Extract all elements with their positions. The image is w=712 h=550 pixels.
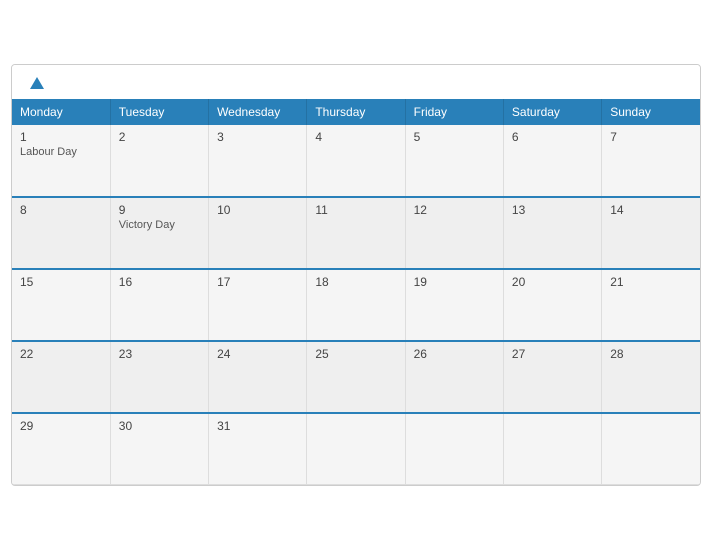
calendar-day-cell: 21 [602,269,700,341]
day-number: 24 [217,347,298,361]
weekday-header-row: MondayTuesdayWednesdayThursdayFridaySatu… [12,99,700,125]
day-number: 28 [610,347,692,361]
day-number: 13 [512,203,593,217]
day-number: 10 [217,203,298,217]
calendar-week-row: 29 30 31 [12,413,700,485]
calendar-week-row: 8 9 Victory Day 10 11 12 13 14 [12,197,700,269]
weekday-header-saturday: Saturday [503,99,601,125]
calendar-day-cell [503,413,601,485]
day-number: 4 [315,130,396,144]
calendar-day-cell: 3 [209,125,307,197]
calendar-day-cell: 26 [405,341,503,413]
calendar-day-cell: 1 Labour Day [12,125,110,197]
day-number: 25 [315,347,396,361]
logo-triangle-icon [30,77,44,89]
calendar-day-cell: 22 [12,341,110,413]
day-number: 14 [610,203,692,217]
calendar-day-cell: 29 [12,413,110,485]
day-number: 20 [512,275,593,289]
day-number: 30 [119,419,200,433]
day-number: 18 [315,275,396,289]
calendar-day-cell: 8 [12,197,110,269]
day-number: 7 [610,130,692,144]
weekday-header-sunday: Sunday [602,99,700,125]
weekday-header-friday: Friday [405,99,503,125]
calendar-day-cell: 13 [503,197,601,269]
calendar-day-cell: 24 [209,341,307,413]
calendar-day-cell: 6 [503,125,601,197]
weekday-header-tuesday: Tuesday [110,99,208,125]
calendar-day-cell: 20 [503,269,601,341]
day-number: 2 [119,130,200,144]
calendar-day-cell: 23 [110,341,208,413]
calendar-header [12,65,700,99]
day-number: 17 [217,275,298,289]
day-number: 16 [119,275,200,289]
calendar-day-cell: 18 [307,269,405,341]
day-number: 15 [20,275,102,289]
day-number: 29 [20,419,102,433]
day-number: 31 [217,419,298,433]
calendar-day-cell: 14 [602,197,700,269]
weekday-header-monday: Monday [12,99,110,125]
holiday-label: Victory Day [119,219,200,231]
calendar-day-cell: 28 [602,341,700,413]
weekday-header-thursday: Thursday [307,99,405,125]
calendar-day-cell: 10 [209,197,307,269]
calendar-day-cell: 16 [110,269,208,341]
calendar-day-cell: 30 [110,413,208,485]
day-number: 21 [610,275,692,289]
day-number: 1 [20,130,102,144]
day-number: 19 [414,275,495,289]
weekday-header-wednesday: Wednesday [209,99,307,125]
day-number: 27 [512,347,593,361]
calendar-grid: MondayTuesdayWednesdayThursdayFridaySatu… [12,99,700,486]
day-number: 22 [20,347,102,361]
calendar-day-cell: 19 [405,269,503,341]
calendar-day-cell: 27 [503,341,601,413]
calendar-day-cell: 17 [209,269,307,341]
logo [28,77,44,91]
day-number: 9 [119,203,200,217]
calendar-container: MondayTuesdayWednesdayThursdayFridaySatu… [11,64,701,487]
calendar-day-cell: 25 [307,341,405,413]
day-number: 26 [414,347,495,361]
day-number: 8 [20,203,102,217]
calendar-day-cell [307,413,405,485]
calendar-day-cell: 15 [12,269,110,341]
calendar-day-cell: 4 [307,125,405,197]
day-number: 12 [414,203,495,217]
day-number: 11 [315,203,396,217]
calendar-day-cell: 5 [405,125,503,197]
calendar-day-cell: 9 Victory Day [110,197,208,269]
day-number: 3 [217,130,298,144]
calendar-day-cell: 11 [307,197,405,269]
calendar-week-row: 15 16 17 18 19 20 21 [12,269,700,341]
day-number: 5 [414,130,495,144]
calendar-day-cell: 7 [602,125,700,197]
calendar-day-cell: 2 [110,125,208,197]
calendar-week-row: 22 23 24 25 26 27 28 [12,341,700,413]
day-number: 23 [119,347,200,361]
calendar-week-row: 1 Labour Day 2 3 4 5 6 7 [12,125,700,197]
calendar-day-cell [405,413,503,485]
calendar-day-cell [602,413,700,485]
calendar-day-cell: 31 [209,413,307,485]
calendar-day-cell: 12 [405,197,503,269]
day-number: 6 [512,130,593,144]
holiday-label: Labour Day [20,146,102,158]
